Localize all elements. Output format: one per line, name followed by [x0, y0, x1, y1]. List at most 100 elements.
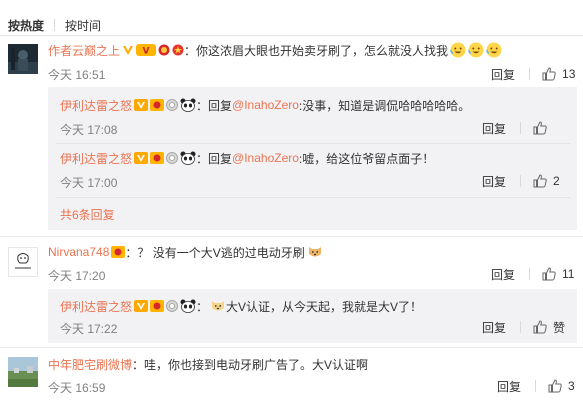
medal-icon — [166, 300, 178, 312]
star-badge-icon — [172, 44, 184, 56]
crying-laugh-emoji-icon — [468, 42, 484, 58]
verified-v-icon — [122, 44, 134, 56]
panda-icon — [180, 98, 196, 112]
colon: ： — [132, 357, 145, 372]
comment-line: 中年肥宅刷微博 ： 哇，你也接到电动牙刷广告了。大V认证啊 — [48, 355, 368, 373]
user-name[interactable]: 作者云巅之上 — [48, 42, 120, 59]
like-count: 3 — [568, 379, 575, 393]
action-divider — [529, 268, 531, 280]
action-divider — [520, 122, 522, 134]
like-button[interactable]: 赞 — [533, 319, 565, 336]
sort-divider — [54, 19, 56, 31]
reply-button[interactable]: 回复 — [497, 378, 521, 395]
like-count: 13 — [562, 67, 576, 81]
member-level-icon — [150, 300, 165, 312]
like-button[interactable] — [533, 121, 553, 135]
thumbs-up-icon — [533, 174, 547, 188]
comment-divider — [0, 347, 583, 348]
sort-bar-divider — [0, 35, 583, 36]
more-replies-link[interactable]: 共6条回复 — [60, 206, 115, 223]
reply-button[interactable]: 回复 — [482, 319, 506, 336]
comment-actions: 回复 13 — [491, 65, 575, 83]
reply-button[interactable]: 回复 — [482, 120, 506, 137]
medal-icon — [166, 152, 178, 164]
like-button[interactable]: 2 — [533, 174, 560, 188]
member-vip-icon — [134, 99, 149, 111]
reply-line: 伊利达雷之怒 ：回复 @InahoZero :没事，知道是调侃哈哈哈哈哈。 — [60, 96, 470, 114]
thumbs-up-icon — [533, 121, 547, 135]
like-button[interactable]: 3 — [548, 379, 575, 393]
reply-time: 今天 17:08 — [60, 123, 118, 137]
reply-actions: 回复 赞 — [482, 318, 565, 336]
like-button[interactable]: 11 — [542, 267, 574, 281]
comment-line: 作者云巅之上 V ： 你这浓眉大眼也开始卖牙刷了，怎么就没人找我 — [48, 41, 502, 59]
member-level-icon — [111, 246, 126, 258]
reply-prefix: ：回复 — [196, 151, 233, 166]
reply-prefix: ：回复 — [196, 98, 233, 113]
action-divider — [529, 68, 531, 80]
like-count: 11 — [562, 267, 575, 281]
comment-time: 今天 16:51 — [48, 68, 106, 82]
like-count: 2 — [553, 174, 560, 188]
medal-icon — [166, 99, 178, 111]
thumbs-up-icon — [548, 379, 562, 393]
colon: ： — [125, 245, 138, 260]
colon: ： — [184, 43, 197, 58]
reply-prefix: ： — [196, 299, 209, 314]
reply-button[interactable]: 回复 — [491, 266, 515, 283]
crying-laugh-emoji-icon — [486, 42, 502, 58]
comment-divider — [0, 236, 583, 237]
avatar[interactable] — [8, 247, 38, 277]
reply-time: 今天 17:00 — [60, 176, 118, 190]
reply-text: 大V认证，从今天起，我就是大V了！ — [226, 299, 423, 314]
sort-by-time[interactable]: 按时间 — [65, 17, 101, 34]
comment-time: 今天 17:20 — [48, 269, 106, 283]
reply-line: 伊利达雷之怒 ：回复 @InahoZero :嘘，给这位爷留点面子！ — [60, 149, 434, 167]
action-divider — [520, 175, 522, 187]
like-button[interactable]: 13 — [542, 67, 575, 81]
action-divider — [535, 380, 537, 392]
mention-link[interactable]: @InahoZero — [232, 151, 299, 165]
comment-time: 今天 16:59 — [48, 381, 106, 395]
member-vip-icon — [134, 152, 149, 164]
member-vip-icon: V — [136, 44, 157, 57]
mention-link[interactable]: @InahoZero — [232, 98, 299, 112]
svg-text:V: V — [143, 47, 150, 57]
avatar[interactable] — [8, 357, 38, 387]
reply-time: 今天 17:22 — [60, 322, 118, 336]
panda-icon — [180, 151, 196, 165]
member-level-icon — [150, 99, 165, 111]
like-count: 赞 — [553, 320, 566, 335]
panda-icon — [180, 299, 196, 313]
sort-by-hot[interactable]: 按热度 — [8, 17, 44, 34]
avatar[interactable] — [8, 44, 38, 74]
comment-text: ？ 没有一个大V逃的过电动牙刷 — [137, 245, 305, 260]
reply-text: :没事，知道是调侃哈哈哈哈哈。 — [298, 98, 471, 113]
comment-line: Nirvana748 ： ？ 没有一个大V逃的过电动牙刷 — [48, 243, 323, 261]
medal-icon — [158, 44, 170, 56]
user-name[interactable]: 中年肥宅刷微博 — [48, 356, 132, 373]
reply-divider — [56, 143, 570, 144]
reply-divider — [56, 197, 570, 198]
reply-actions: 回复 — [482, 119, 553, 137]
dog-emoji-icon — [307, 244, 323, 260]
reply-button[interactable]: 回复 — [482, 173, 506, 190]
comment-actions: 回复 3 — [497, 377, 575, 395]
thumbs-up-icon — [533, 320, 547, 334]
member-vip-icon — [134, 300, 149, 312]
member-level-icon — [150, 152, 165, 164]
crying-laugh-emoji-icon — [450, 42, 466, 58]
user-name[interactable]: Nirvana748 — [48, 245, 109, 259]
user-name[interactable]: 伊利达雷之怒 — [60, 97, 132, 114]
thumbs-up-icon — [542, 67, 556, 81]
reply-line: 伊利达雷之怒 ： 大V认证，从今天起，我就是大V了！ — [60, 297, 422, 315]
sort-bar: 按热度 按时间 — [8, 16, 101, 34]
action-divider — [520, 321, 522, 333]
user-name[interactable]: 伊利达雷之怒 — [60, 150, 132, 167]
comment-actions: 回复 11 — [491, 265, 574, 283]
user-name[interactable]: 伊利达雷之怒 — [60, 298, 132, 315]
comment-text: 哇，你也接到电动牙刷广告了。大V认证啊 — [144, 357, 369, 372]
doge-emoji-icon — [210, 298, 226, 314]
comment-text: 你这浓眉大眼也开始卖牙刷了，怎么就没人找我 — [196, 43, 449, 58]
reply-button[interactable]: 回复 — [491, 66, 515, 83]
